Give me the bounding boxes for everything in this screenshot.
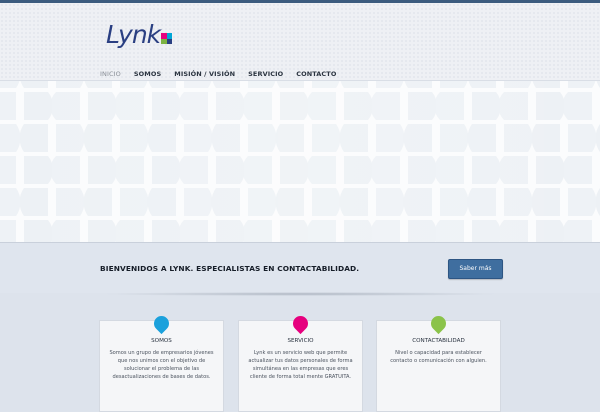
logo-mark-icon <box>161 33 173 44</box>
card-servicio: SERVICIO Lynk es un servicio web que per… <box>238 312 363 412</box>
nav-item-inicio[interactable]: INICIO <box>100 70 121 78</box>
welcome-heading: BIENVENIDOS A LYNK. ESPECIALISTAS EN CON… <box>100 264 360 273</box>
banner-pattern <box>0 80 600 242</box>
lynk-logo[interactable]: Lynk <box>106 18 173 49</box>
speech-bubble-icon <box>150 312 173 335</box>
section-divider <box>100 292 500 296</box>
logo-mark-square <box>166 38 173 44</box>
card-title: SERVICIO <box>287 338 314 344</box>
card-body: Lynk es un servicio web que permite actu… <box>248 350 353 380</box>
logo-text: Lynk <box>106 20 161 49</box>
card-body: Nivel o capacidad para establecer contac… <box>390 350 487 364</box>
card-contactabilidad: CONTACTABILIDAD Nivel o capacidad para e… <box>376 312 501 412</box>
hero-banner <box>0 80 600 243</box>
card-title: CONTACTABILIDAD <box>412 338 465 344</box>
nav-item-servicio[interactable]: SERVICIO <box>248 70 283 78</box>
nav-item-somos[interactable]: SOMOS <box>134 70 161 78</box>
card-somos: SOMOS Somos un grupo de empresarios jóve… <box>99 312 224 412</box>
nav-item-mision-vision[interactable]: MISIÓN / VISIÓN <box>174 70 235 78</box>
nav-item-contacto[interactable]: CONTACTO <box>296 70 336 78</box>
card-title: SOMOS <box>151 338 172 344</box>
card-body: Somos un grupo de empresarios jóvenes qu… <box>109 350 214 380</box>
saber-mas-button[interactable]: Saber más <box>448 259 503 279</box>
site-header: Lynk INICIO SOMOS MISIÓN / VISIÓN SERVIC… <box>0 3 600 80</box>
speech-bubble-icon <box>427 312 450 335</box>
main-nav: INICIO SOMOS MISIÓN / VISIÓN SERVICIO CO… <box>100 70 349 78</box>
speech-bubble-icon <box>289 312 312 335</box>
